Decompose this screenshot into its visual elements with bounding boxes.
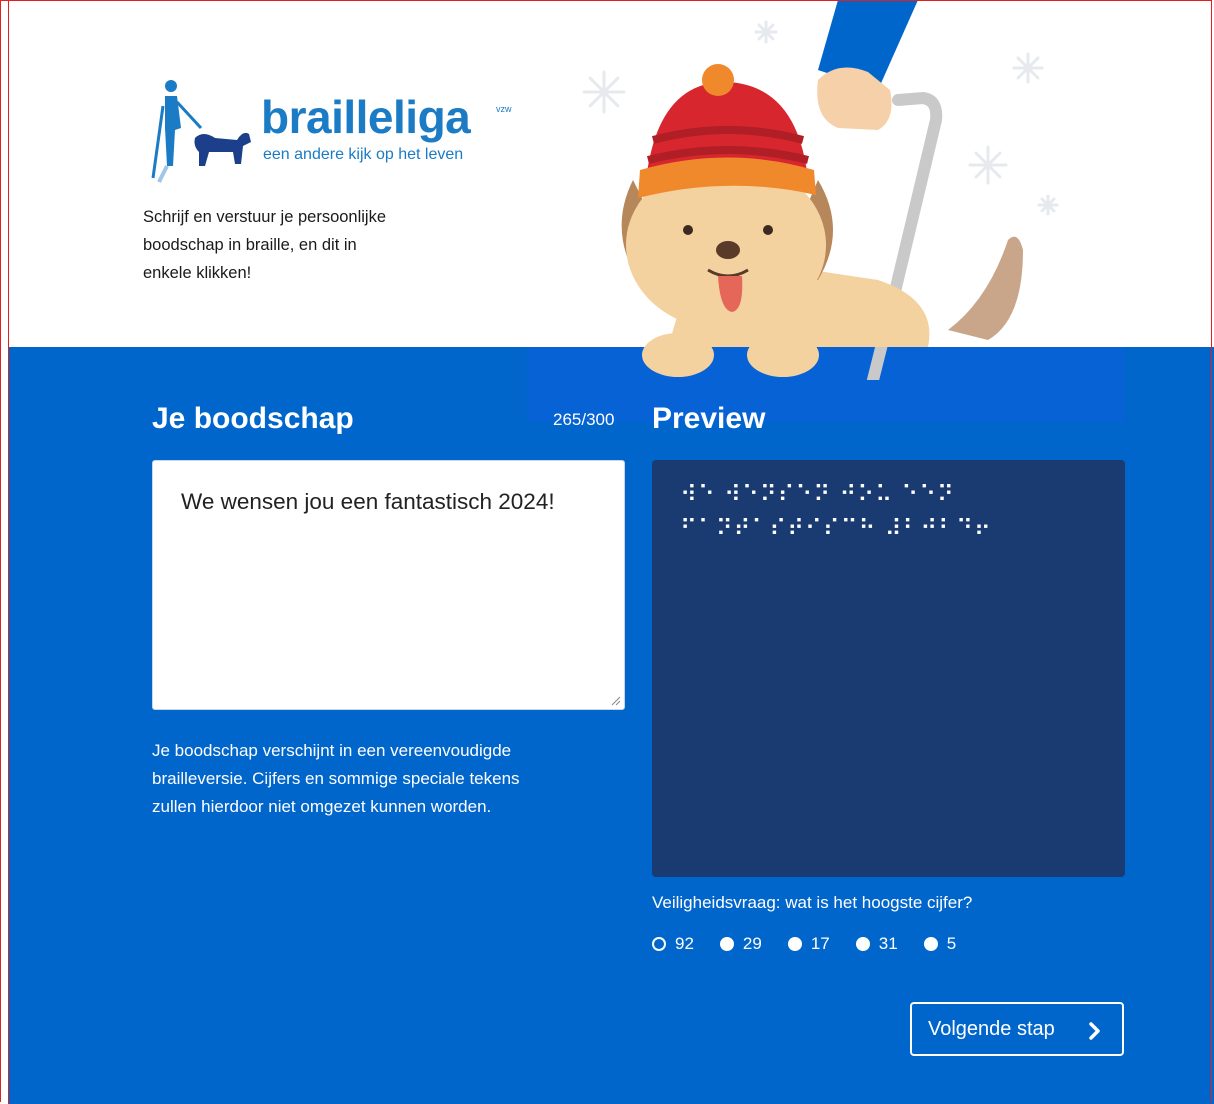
- intro-text: Schrijf en verstuur je persoonlijke bood…: [143, 203, 443, 287]
- logo-suffix: vzw: [496, 104, 512, 114]
- security-question: Veiligheidsvraag: wat is het hoogste cij…: [652, 893, 973, 912]
- radio-button[interactable]: [787, 937, 802, 951]
- preview-title: Preview: [652, 402, 766, 435]
- intro-line: enkele klikken!: [143, 264, 252, 282]
- help-line: zullen hierdoor niet omgezet kunnen word…: [152, 797, 492, 816]
- braille-preview: ⠺⠑ ⠺⠑⠝⠎⠑⠝ ⠚⠕⠥ ⠑⠑⠝ ⠋⠁⠝⠞⠁⠎⠞⠊⠎⠉⠓ ⠼⠃⠚⠃⠙⠖: [652, 460, 1125, 877]
- security-option-29[interactable]: 29: [719, 934, 762, 954]
- option-label: 92: [675, 934, 694, 953]
- intro-line: boodschap in braille, en dit in: [143, 236, 357, 254]
- radio-button[interactable]: [923, 937, 938, 951]
- braille-line: ⠋⠁⠝⠞⠁⠎⠞⠊⠎⠉⠓ ⠼⠃⠚⠃⠙⠖: [680, 516, 992, 542]
- message-text[interactable]: We wensen jou een fantastisch 2024!: [181, 489, 555, 515]
- chevron-right-icon: [1089, 1022, 1100, 1040]
- radio-button[interactable]: [652, 937, 666, 951]
- brailleliga-logo[interactable]: brailleliga vzw een andere kijk op het l…: [143, 66, 523, 186]
- help-line: brailleversie. Cijfers en sommige specia…: [152, 769, 520, 788]
- logo-figure-icon: [151, 80, 251, 183]
- logo-tagline: een andere kijk op het leven: [263, 146, 464, 163]
- option-label: 31: [878, 934, 898, 953]
- message-help-text: Je boodschap verschijnt in een vereenvou…: [152, 737, 592, 821]
- security-option-31[interactable]: 31: [855, 934, 898, 954]
- radio-button[interactable]: [719, 937, 734, 951]
- radio-button[interactable]: [855, 937, 870, 951]
- page-edge: [0, 0, 9, 1104]
- option-label: 5: [946, 934, 957, 953]
- security-option-17[interactable]: 17: [787, 934, 830, 954]
- intro-line: Schrijf en verstuur je persoonlijke: [143, 208, 387, 226]
- character-counter: 265/300: [553, 410, 615, 429]
- security-option-5[interactable]: 5: [923, 934, 957, 954]
- message-textarea[interactable]: We wensen jou een fantastisch 2024!: [152, 460, 625, 710]
- option-label: 17: [810, 934, 830, 953]
- next-step-label: Volgende stap: [928, 1017, 1055, 1040]
- braille-line: ⠺⠑ ⠺⠑⠝⠎⠑⠝ ⠚⠕⠥ ⠑⠑⠝: [680, 482, 955, 508]
- logo-name: brailleliga: [261, 91, 471, 143]
- next-step-button[interactable]: Volgende stap: [910, 1002, 1124, 1056]
- security-options: 92 29 17 31 5: [652, 934, 982, 954]
- resize-grip-icon[interactable]: [611, 696, 621, 706]
- option-label: 29: [742, 934, 762, 953]
- message-title: Je boodschap: [152, 402, 354, 435]
- dog-illustration-icon: [582, 0, 1059, 380]
- help-line: Je boodschap verschijnt in een vereenvou…: [152, 741, 512, 760]
- security-option-92[interactable]: 92: [652, 934, 694, 954]
